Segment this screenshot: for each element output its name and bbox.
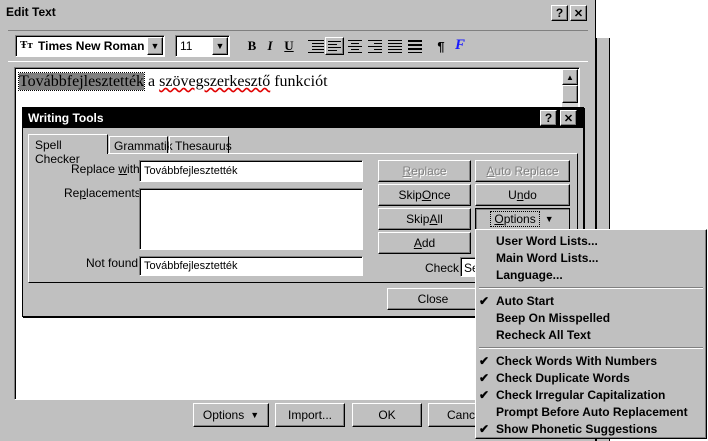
menu-item-check-irregular-capitalization[interactable]: Check Irregular Capitalization	[496, 388, 665, 402]
check-icon: ✔	[479, 371, 490, 385]
replace-with-value: Továbbfejlesztették	[144, 165, 238, 177]
close-button[interactable]: ✕	[560, 110, 577, 126]
align-right-icon[interactable]	[368, 39, 384, 53]
menu-item-show-phonetic-suggestions[interactable]: Show Phonetic Suggestions	[496, 422, 657, 436]
replacements-list[interactable]	[139, 188, 363, 250]
check-label: Check:	[425, 261, 463, 275]
document-text: Továbbfejlesztették a szövegszerkesztő f…	[17, 72, 328, 91]
edit-text-title: Edit Text	[6, 5, 56, 19]
italic-button[interactable]: I	[261, 37, 279, 55]
indent-icon[interactable]	[308, 39, 324, 53]
close-dialog-button[interactable]: Close	[387, 288, 479, 310]
options-label: Options	[202, 408, 245, 422]
font-size-select[interactable]: 11 ▼	[175, 35, 230, 57]
not-found-label: Not found:	[86, 256, 142, 270]
skip-all-button[interactable]: Skip All	[378, 208, 471, 230]
rest-text-b: funkciót	[270, 73, 328, 90]
tab-label: Thesaurus	[175, 139, 232, 153]
font-style-icon[interactable]: F	[451, 36, 469, 54]
add-button[interactable]: Add	[378, 232, 471, 254]
menu-separator	[479, 287, 703, 289]
menu-item-auto-start[interactable]: Auto Start	[496, 294, 554, 308]
not-found-value: Továbbfejlesztették	[144, 260, 238, 272]
replace-button[interactable]: Replace	[378, 160, 471, 182]
scroll-thumb[interactable]	[562, 85, 578, 103]
menu-item-user-word-lists[interactable]: User Word Lists...	[496, 234, 598, 248]
help-button[interactable]: ?	[540, 110, 557, 126]
tab-spell-checker[interactable]: Spell Checker	[28, 134, 108, 166]
ok-button[interactable]: OK	[352, 403, 422, 427]
tab-label: Spell Checker	[35, 138, 80, 166]
menu-item-language[interactable]: Language...	[496, 268, 563, 282]
highlighted-word: Továbbfejlesztették	[17, 72, 146, 91]
full-justify-icon[interactable]	[408, 39, 424, 53]
tab-thesaurus[interactable]: Thesaurus	[169, 136, 232, 154]
replace-with-field[interactable]: Továbbfejlesztették	[139, 160, 363, 182]
font-name-select[interactable]: Ŧт Times New Roman ▼	[15, 35, 165, 57]
check-icon: ✔	[479, 388, 490, 402]
check-icon: ✔	[479, 422, 490, 436]
auto-replace-button[interactable]: Auto Replace	[475, 160, 570, 182]
menu-item-prompt-before-auto-replacement[interactable]: Prompt Before Auto Replacement	[496, 405, 688, 419]
rest-text-a: a	[144, 73, 160, 90]
options-button[interactable]: Options ▼	[193, 403, 269, 427]
skip-once-button[interactable]: Skip Once	[378, 184, 471, 206]
check-icon: ✔	[479, 354, 490, 368]
menu-item-check-duplicate-words[interactable]: Check Duplicate Words	[496, 371, 630, 385]
font-name-value: Times New Roman	[38, 39, 145, 53]
font-size-value: 11	[180, 39, 193, 53]
writing-tools-title: Writing Tools	[28, 111, 104, 125]
justify-icon[interactable]	[388, 39, 404, 53]
check-icon: ✔	[479, 294, 490, 308]
help-button[interactable]: ?	[551, 5, 568, 21]
underlined-word: szövegszerkesztő	[159, 73, 271, 90]
pilcrow-icon[interactable]: ¶	[432, 37, 450, 55]
import-button[interactable]: Import...	[275, 403, 345, 427]
chevron-down-icon[interactable]: ▼	[147, 37, 163, 55]
writing-tools-titlebar: Writing Tools ? ✕	[23, 108, 583, 128]
bold-button[interactable]: B	[243, 37, 261, 55]
align-left-icon[interactable]	[325, 37, 344, 55]
options-menu: User Word Lists... Main Word Lists... La…	[475, 229, 707, 439]
replacements-label: Replacements:	[64, 186, 145, 200]
menu-separator	[479, 347, 703, 349]
menu-item-main-word-lists[interactable]: Main Word Lists...	[496, 251, 598, 265]
truetype-icon: Ŧт	[20, 39, 33, 51]
scroll-up-button[interactable]: ▲	[562, 69, 578, 85]
align-center-icon[interactable]	[348, 39, 364, 53]
tab-grammatik[interactable]: Grammatik	[109, 136, 173, 154]
undo-button[interactable]: Un do	[475, 184, 570, 206]
options-dropdown-button[interactable]: Options ▼	[475, 208, 570, 230]
caret-down-icon: ▼	[544, 214, 554, 224]
not-found-field[interactable]: Továbbfejlesztették	[139, 256, 363, 276]
chevron-down-icon[interactable]: ▼	[212, 37, 228, 55]
menu-item-recheck-all-text[interactable]: Recheck All Text	[496, 328, 591, 342]
menu-item-check-words-with-numbers[interactable]: Check Words With Numbers	[496, 354, 657, 368]
menu-item-beep-on-misspelled[interactable]: Beep On Misspelled	[496, 311, 610, 325]
close-button[interactable]: ✕	[570, 5, 587, 21]
underline-button[interactable]: U	[280, 37, 298, 55]
caret-down-icon: ▼	[250, 410, 260, 420]
options-dropdown-label: Options	[490, 211, 540, 227]
tab-label: Grammatik	[114, 139, 173, 153]
